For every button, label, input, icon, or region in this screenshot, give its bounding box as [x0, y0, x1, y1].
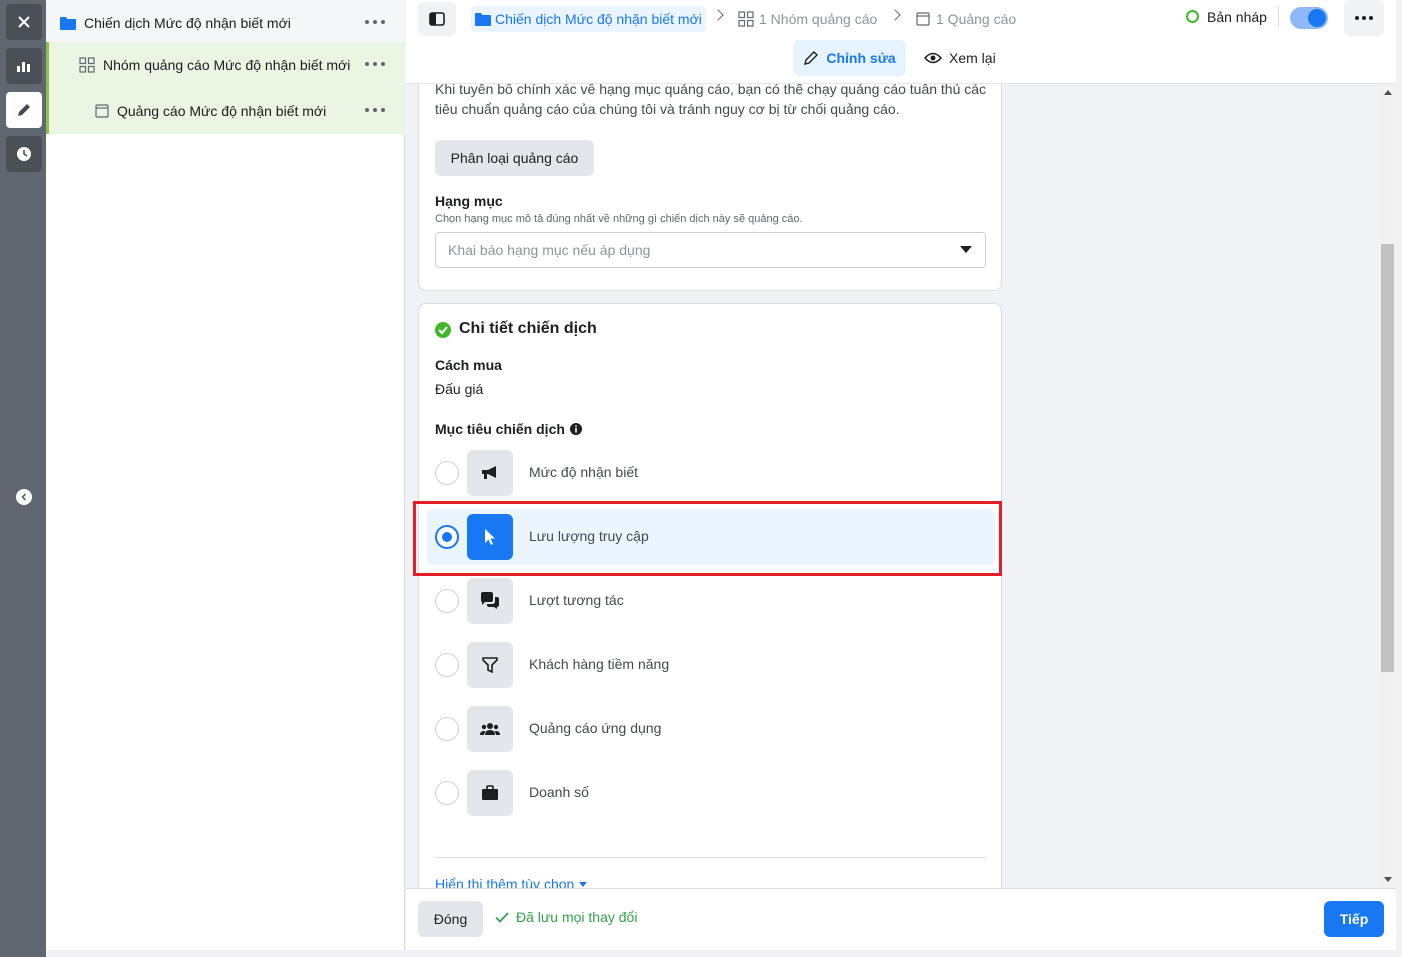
more-options-button[interactable]	[365, 102, 385, 118]
info-icon	[569, 423, 582, 435]
tree-item-ad[interactable]: Quảng cáo Mức độ nhận biết mới	[46, 88, 405, 134]
objective-radio[interactable]	[435, 461, 459, 485]
objective-leads[interactable]: Khách hàng tiềm năng	[427, 637, 995, 693]
tree-item-adset[interactable]: Nhóm quảng cáo Mức độ nhận biết mới	[46, 42, 405, 88]
briefcase-icon	[467, 770, 513, 816]
objective-radio[interactable]	[435, 589, 459, 613]
objective-label-text: Lượt tương tác	[529, 592, 624, 608]
breadcrumb-ad[interactable]: 1 Quảng cáo	[916, 6, 1016, 32]
scrollbar-thumb[interactable]	[1381, 244, 1394, 672]
caret-down-icon	[579, 881, 588, 887]
objective-label-text: Doanh số	[529, 784, 589, 800]
tab-review[interactable]: Xem lại	[924, 40, 996, 76]
objective-sales[interactable]: Doanh số	[427, 765, 995, 821]
chevron-left-icon	[21, 493, 27, 501]
megaphone-icon	[467, 450, 513, 496]
tree-item-campaign[interactable]: Chiến dịch Mức độ nhận biết mới	[46, 0, 405, 46]
objective-radio[interactable]	[435, 653, 459, 677]
category-label: Hạng mục	[435, 193, 503, 209]
chevron-right-icon	[712, 9, 724, 21]
breadcrumb-campaign-label: Chiến dịch Mức độ nhận biết mới	[495, 11, 702, 27]
special-category-card: Khi tuyên bố chính xác về hạng mục quảng…	[418, 84, 1002, 291]
toggle-panel-button[interactable]	[418, 2, 456, 36]
buying-type-value: Đấu giá	[435, 381, 484, 397]
tree-item-label: Quảng cáo Mức độ nhận biết mới	[117, 103, 327, 119]
breadcrumb-adset-label: 1 Nhóm quảng cáo	[759, 11, 878, 27]
grid-icon	[79, 57, 95, 73]
left-rail	[0, 0, 46, 957]
buying-type-label: Cách mua	[435, 357, 502, 373]
objective-awareness[interactable]: Mức độ nhận biết	[427, 445, 995, 501]
highlight-annotation	[413, 501, 1002, 576]
category-select[interactable]: Khai báo hạng mục nếu áp dụng	[435, 232, 986, 268]
next-button[interactable]: Tiếp	[1324, 901, 1384, 937]
edit-mode-button[interactable]	[6, 92, 42, 128]
reports-button[interactable]	[6, 48, 42, 84]
caret-down-icon	[960, 246, 972, 253]
category-help-text: Chọn hạng mục mô tả đúng nhất về những g…	[435, 213, 803, 225]
people-icon	[467, 706, 513, 752]
breadcrumb-adset[interactable]: 1 Nhóm quảng cáo	[738, 6, 877, 32]
objective-label: Mục tiêu chiến dịch	[435, 421, 582, 437]
editor-footer: Đóng Đã lưu mọi thay đổi Tiếp	[406, 888, 1396, 950]
objective-label-text: Quảng cáo ứng dụng	[529, 720, 662, 736]
campaign-toggle[interactable]	[1290, 7, 1328, 29]
chat-bubbles-icon	[467, 578, 513, 624]
tree-item-label: Chiến dịch Mức độ nhận biết mới	[84, 15, 291, 31]
close-button[interactable]	[6, 4, 42, 40]
tree-item-label: Nhóm quảng cáo Mức độ nhận biết mới	[103, 57, 351, 73]
more-options-button[interactable]	[365, 14, 385, 30]
sidebar-toggle-icon	[429, 12, 445, 26]
objective-radio[interactable]	[435, 717, 459, 741]
close-icon	[18, 16, 30, 28]
section-divider	[435, 857, 986, 858]
breadcrumb-ad-label: 1 Quảng cáo	[936, 11, 1017, 27]
clock-icon	[17, 147, 31, 161]
tab-edit-label: Chỉnh sửa	[826, 50, 896, 66]
chevron-right-icon	[889, 9, 901, 21]
section-title: Chi tiết chiến dịch	[459, 320, 597, 337]
editor-header: Chiến dịch Mức độ nhận biết mới 1 Nhóm q…	[406, 0, 1396, 84]
classify-ad-button[interactable]: Phân loại quảng cáo	[435, 140, 594, 176]
objective-engagement[interactable]: Lượt tương tác	[427, 573, 995, 629]
objective-label-text: Khách hàng tiềm năng	[529, 656, 670, 672]
tab-edit[interactable]: Chỉnh sửa	[793, 40, 906, 76]
history-button[interactable]	[6, 136, 42, 172]
ad-page-icon	[916, 12, 930, 26]
status-badge: Bản nháp	[1207, 9, 1267, 25]
checkmark-icon	[495, 911, 509, 923]
pencil-icon	[804, 51, 819, 65]
folder-icon	[475, 13, 491, 26]
breadcrumb-campaign[interactable]: Chiến dịch Mức độ nhận biết mới	[471, 6, 706, 32]
grid-icon	[738, 11, 754, 27]
funnel-icon	[467, 642, 513, 688]
objective-label-text: Mức độ nhận biết	[529, 464, 638, 480]
pencil-icon	[18, 104, 30, 116]
bar-chart-icon	[17, 62, 30, 72]
show-more-options-link[interactable]: Hiển thị thêm tùy chọn	[435, 876, 588, 888]
objective-radio[interactable]	[435, 781, 459, 805]
more-options-button[interactable]	[365, 56, 385, 72]
header-divider	[1278, 6, 1279, 28]
special-category-description: Khi tuyên bố chính xác về hạng mục quảng…	[435, 84, 987, 117]
folder-icon	[60, 17, 76, 30]
tab-review-label: Xem lại	[949, 50, 996, 66]
campaign-details-card: Chi tiết chiến dịch Cách mua Đấu giá Mục…	[418, 303, 1002, 888]
draft-status-icon	[1186, 10, 1199, 23]
close-editor-button[interactable]: Đóng	[418, 901, 483, 937]
scroll-up-icon	[1384, 90, 1392, 95]
more-options-button[interactable]	[1344, 0, 1384, 36]
eye-icon	[924, 52, 942, 64]
campaign-tree: Chiến dịch Mức độ nhận biết mới Nhóm quả…	[46, 0, 405, 950]
editor-content: Khi tuyên bố chính xác về hạng mục quảng…	[406, 84, 1396, 888]
ad-page-icon	[95, 104, 109, 118]
check-circle-icon	[435, 322, 451, 338]
collapse-panel-button[interactable]	[16, 489, 32, 505]
objective-app-promotion[interactable]: Quảng cáo ứng dụng	[427, 701, 995, 757]
category-select-placeholder: Khai báo hạng mục nếu áp dụng	[448, 242, 651, 258]
save-status: Đã lưu mọi thay đổi	[495, 909, 637, 925]
scroll-down-icon	[1384, 877, 1392, 882]
